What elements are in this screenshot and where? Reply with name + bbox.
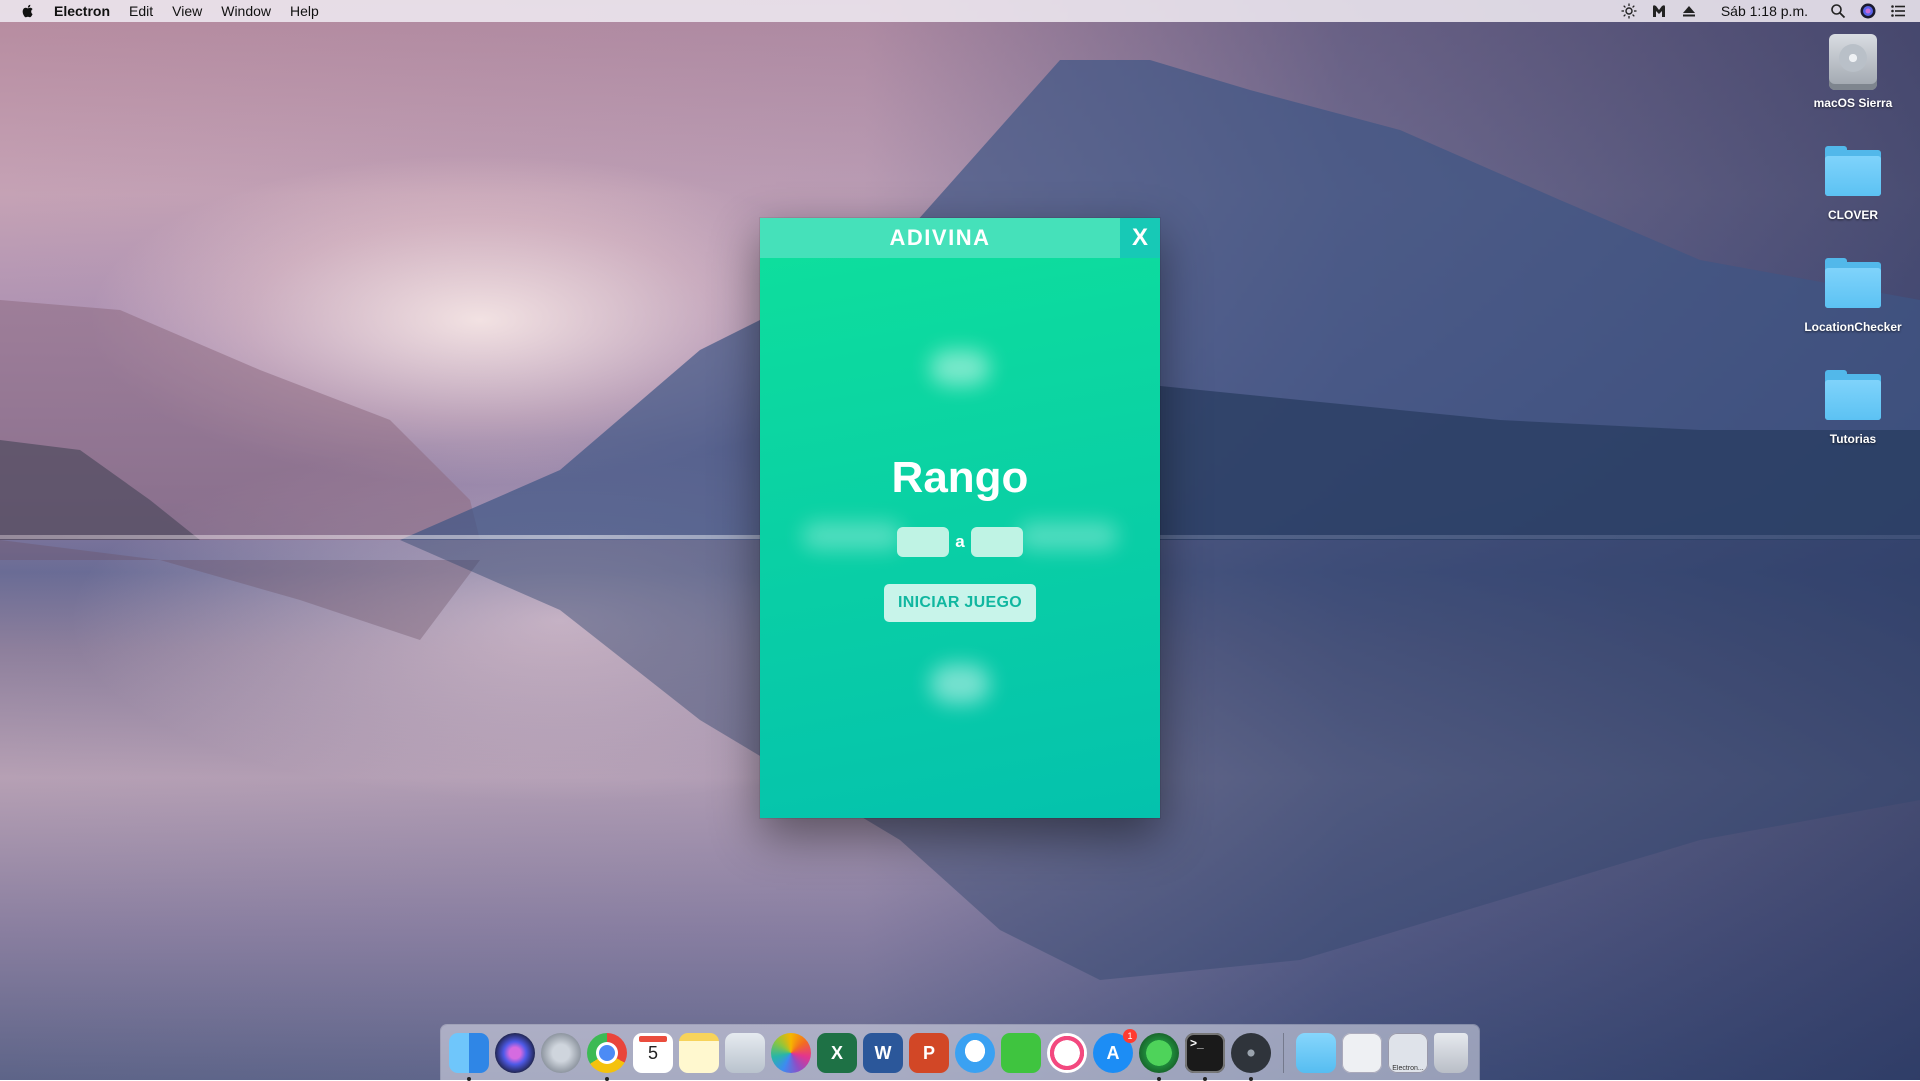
blurred-decoration-top	[930, 350, 990, 386]
range-title: Rango	[891, 453, 1029, 502]
app-menu[interactable]: Electron	[54, 3, 110, 19]
itunes-icon[interactable]	[1047, 1032, 1087, 1073]
messages-icon[interactable]	[955, 1032, 995, 1073]
siri-icon[interactable]	[495, 1032, 535, 1073]
calendar-icon[interactable]: 5	[633, 1032, 673, 1073]
launchpad-icon[interactable]	[541, 1032, 581, 1073]
photos-icon[interactable]	[771, 1032, 811, 1073]
desktop-icon-tutorias[interactable]: Tutorias	[1793, 364, 1913, 446]
terminal-prompt-glyph: >_	[1190, 1035, 1204, 1050]
desktop-icon-clover[interactable]: CLOVER	[1793, 140, 1913, 222]
dock-separator	[1283, 1032, 1284, 1073]
menu-bar: Electron Edit View Window Help Sáb 1:18 …	[0, 0, 1920, 22]
desktop-icon-macos-sierra[interactable]: macOS Sierra	[1793, 28, 1913, 110]
close-button[interactable]: X	[1120, 218, 1160, 258]
start-game-button[interactable]: INICIAR JUEGO	[884, 584, 1036, 622]
desktop-icon-label: LocationChecker	[1804, 320, 1902, 334]
window-title: ADIVINA	[889, 225, 991, 250]
eject-icon[interactable]	[1681, 3, 1697, 19]
notification-center-icon[interactable]	[1890, 3, 1906, 19]
preview-icon[interactable]	[725, 1032, 765, 1073]
range-input-row: a	[760, 526, 1160, 558]
chrome-icon[interactable]	[587, 1032, 627, 1081]
range-from-input[interactable]	[897, 527, 950, 557]
desktop-icon-label: macOS Sierra	[1813, 96, 1893, 110]
desktop-icon-locationchecker[interactable]: LocationChecker	[1793, 252, 1913, 334]
desktop-icon-label: Tutorias	[1829, 432, 1877, 446]
dock: 5 X W P A1 >_ Electron...	[441, 1025, 1479, 1081]
siri-icon[interactable]	[1860, 3, 1876, 19]
facetime-icon[interactable]	[1001, 1032, 1041, 1073]
range-separator: a	[955, 532, 965, 551]
desktop-icon-label: CLOVER	[1827, 208, 1878, 222]
hard-drive-icon	[1821, 28, 1885, 92]
folder-icon	[1821, 140, 1885, 204]
brightness-icon[interactable]	[1621, 3, 1637, 19]
window-menu[interactable]: Window	[221, 3, 271, 19]
apple-menu-icon[interactable]	[20, 3, 36, 19]
help-menu[interactable]: Help	[290, 3, 319, 19]
menu-bar-status-area: Sáb 1:18 p.m.	[1621, 0, 1920, 22]
terminal-icon[interactable]: >_	[1185, 1032, 1225, 1081]
electron-window-icon[interactable]: Electron...	[1388, 1032, 1428, 1073]
folder-icon	[1821, 364, 1885, 428]
vibrant-icon[interactable]	[1139, 1032, 1179, 1081]
view-menu[interactable]: View	[172, 3, 202, 19]
powerpoint-icon[interactable]: P	[909, 1032, 949, 1073]
folder-icon	[1821, 252, 1885, 316]
excel-icon[interactable]: X	[817, 1032, 857, 1073]
word-icon[interactable]: W	[863, 1032, 903, 1073]
word-glyph: W	[874, 1042, 892, 1063]
trash-icon[interactable]	[1434, 1032, 1468, 1073]
range-to-input[interactable]	[970, 527, 1023, 557]
window-title-bar[interactable]: ADIVINA X	[760, 218, 1160, 258]
appstore-icon[interactable]: A1	[1093, 1028, 1137, 1073]
powerpoint-glyph: P	[922, 1042, 935, 1063]
malwarebytes-icon[interactable]	[1651, 3, 1667, 19]
spotlight-search-icon[interactable]	[1830, 3, 1846, 19]
edit-menu[interactable]: Edit	[129, 3, 153, 19]
finder-icon[interactable]	[449, 1032, 489, 1081]
notification-badge: 1	[1123, 1028, 1137, 1043]
menu-bar-clock[interactable]: Sáb 1:18 p.m.	[1721, 3, 1808, 19]
excel-glyph: X	[830, 1042, 843, 1063]
document-stack-icon[interactable]	[1342, 1032, 1382, 1073]
downloads-folder-icon[interactable]	[1296, 1032, 1336, 1073]
adivina-app-window: ADIVINA X Rango a INICIAR JUEGO	[760, 218, 1160, 818]
blurred-decoration-bottom	[930, 664, 990, 704]
notes-icon[interactable]	[679, 1032, 719, 1073]
electron-window-label: Electron...	[1392, 1064, 1424, 1072]
atom-icon[interactable]	[1231, 1032, 1271, 1081]
